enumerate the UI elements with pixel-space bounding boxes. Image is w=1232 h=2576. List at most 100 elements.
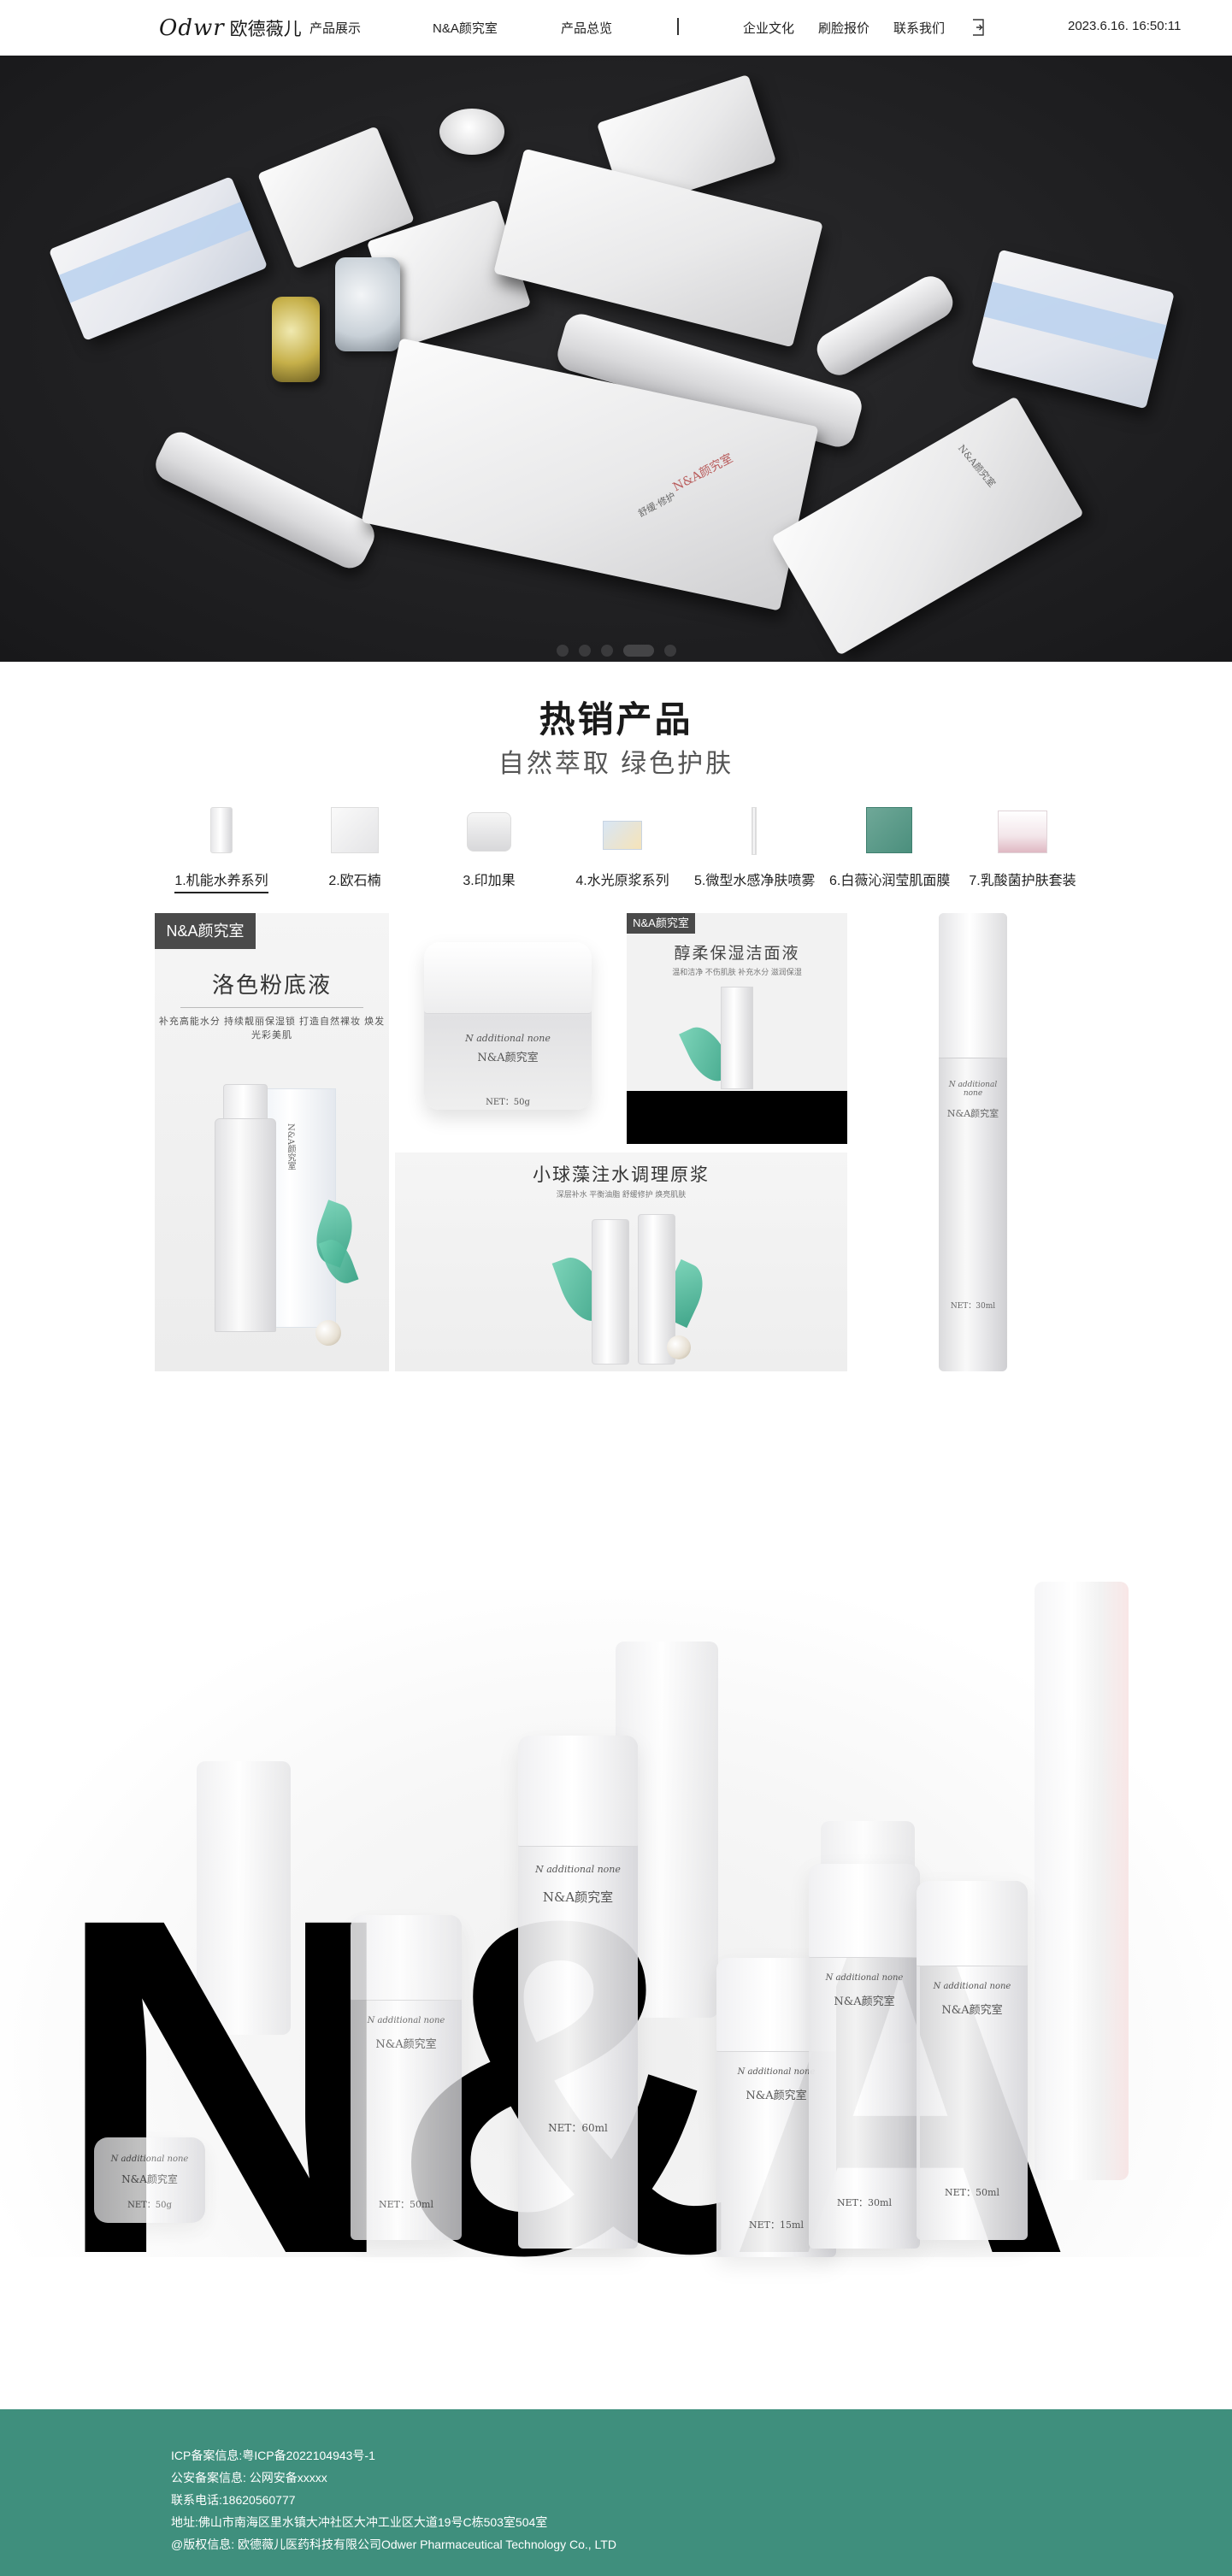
banner-oil-vial [272, 297, 320, 382]
slider-dot-3[interactable] [600, 645, 613, 657]
logo-script-text: Odwr [159, 15, 225, 41]
card1-divider [180, 1007, 363, 1008]
na-product-5: N additional none N&A颜究室 NET：50g [94, 2137, 205, 2223]
product-card-cream-jar[interactable]: N additional none N&A颜究室 NET：50g [395, 913, 626, 1148]
na-product-5-line3: NET：50g [127, 2201, 172, 2210]
na-product-6-line1: N additional none [367, 2016, 445, 2025]
brand-logo[interactable]: Odwr 欧德薇儿 [159, 14, 302, 43]
product-card-chlorella[interactable]: 小球藻注水调理原浆 深层补水 平衡油脂 舒缓修护 焕亮肌肤 [395, 1152, 847, 1371]
top-navbar: Odwr 欧德薇儿 产品展示 N&A颜究室 产品总览 企业文化 刷脸报价 联系我… [0, 0, 1232, 56]
nav-culture[interactable]: 企业文化 [743, 19, 794, 37]
slider-dot-4[interactable] [622, 645, 654, 657]
card4-line3: NET：30ml [950, 1302, 996, 1311]
card3-title: 醇柔保湿洁面液 [674, 945, 800, 963]
slider-dot-5[interactable] [663, 645, 676, 657]
category-thumb-4 [603, 821, 642, 850]
footer-phone: 联系电话:18620560777 [171, 2493, 296, 2507]
category-label-5: 5.微型水感净肤喷雾 [694, 874, 816, 888]
product-card-cleanser[interactable]: N&A颜究室 醇柔保湿洁面液 温和洁净 不伤肌肤 补充水分 滋润保湿 [627, 913, 847, 1144]
card1-bottle [215, 1118, 276, 1332]
banner-tube-left [150, 426, 380, 575]
card3-black-strip [627, 1091, 847, 1144]
nav-contact[interactable]: 联系我们 [893, 19, 945, 37]
na-product-1-line3: NET：60ml [548, 2122, 608, 2134]
product-card-serum-bottle[interactable]: N additional none N&A颜究室 NET：30ml [939, 913, 1007, 1371]
category-thumb-5 [752, 807, 757, 855]
card1-bottle-cap [223, 1084, 268, 1122]
footer-icp: ICP备案信息:粤ICP备2022104943号-1 [171, 2449, 375, 2462]
slider-pagination [0, 645, 1232, 657]
banner-blue-box-right [971, 249, 1175, 410]
footer-copyright: @版权信息: 欧德薇儿医药科技有限公司Odwer Pharmaceutical … [171, 2538, 616, 2551]
datetime-display: 2023.6.16. 16:50:11 [1068, 19, 1182, 33]
card1-pearl [315, 1320, 341, 1346]
footer-address: 地址:佛山市南海区里水镇大冲社区大冲工业区大道19号C栋503室504室 [171, 2515, 548, 2529]
slider-dot-1[interactable] [556, 645, 569, 657]
card5-title: 小球藻注水调理原浆 [533, 1165, 710, 1185]
card1-brand-tag: N&A颜究室 [155, 913, 256, 949]
card1-title: 洛色粉底液 [211, 972, 332, 998]
na-product-3-line2: N&A颜究室 [834, 1995, 895, 2008]
card3-brand-tag: N&A颜究室 [627, 913, 695, 934]
category-thumb-6 [866, 807, 912, 853]
card2-line3: NET：50g [486, 1098, 530, 1107]
category-label-6: 6.白薇沁润莹肌面膜 [829, 874, 951, 888]
card1-box-label: N&A颜究室 [286, 1123, 295, 1170]
category-label-3: 3.印加果 [463, 874, 516, 888]
na-product-4-line3: NET：50ml [945, 2187, 999, 2198]
category-label-7: 7.乳酸菌护肤套装 [969, 874, 1076, 888]
banner-book-title: N&A颜究室 [670, 451, 735, 495]
na-product-4-line2: N&A颜究室 [941, 2004, 1003, 2017]
card2-line1: N additional none [465, 1033, 551, 1044]
na-product-6-line3: NET：50ml [379, 2199, 433, 2210]
na-product-1: N additional none N&A颜究室 NET：60ml [518, 1736, 638, 2249]
footer-police-record: 公安备案信息: 公网安备xxxxx [171, 2471, 327, 2485]
banner-bottle-label: N&A颜究室 [956, 442, 998, 490]
category-thumb-3 [467, 812, 511, 852]
hero-banner[interactable]: N&A颜究室 舒缓·修护 N&A颜究室 [0, 56, 1232, 662]
na-product-3: N additional none N&A颜究室 NET：30ml [809, 1864, 920, 2249]
card5-bottle-1 [592, 1219, 629, 1365]
card4-line2: N&A颜究室 [946, 1108, 999, 1119]
nav-divider [677, 18, 679, 35]
product-card-foundation[interactable]: N&A颜究室 洛色粉底液 补充高能水分 持续靓丽保湿锁 打造自然裸妆 焕发光彩美… [155, 913, 389, 1371]
card4-cap [939, 913, 1007, 1058]
card1-subtitle: 补充高能水分 持续靓丽保湿锁 打造自然裸妆 焕发光彩美肌 [158, 1017, 386, 1040]
category-thumb-7 [998, 811, 1047, 853]
card5-subtitle: 深层补水 平衡油脂 舒缓修护 焕亮肌肤 [556, 1190, 687, 1199]
category-label-4: 4.水光原浆系列 [575, 874, 669, 888]
category-label-1: 1.机能水养系列 [174, 874, 268, 893]
nav-face-quote[interactable]: 刷脸报价 [818, 19, 869, 37]
category-thumb-2 [331, 807, 379, 853]
hot-products-title: 热销产品 [539, 699, 693, 740]
na-product-1-line1: N additional none [535, 1864, 621, 1875]
card4-line1: N additional none [948, 1081, 998, 1098]
na-product-5-line1: N additional none [110, 2155, 189, 2164]
category-label-2: 2.欧石楠 [328, 874, 381, 888]
card3-subtitle: 温和洁净 不伤肌肤 补充水分 滋润保湿 [672, 968, 802, 976]
slider-dot-2[interactable] [578, 645, 591, 657]
login-icon[interactable] [971, 19, 987, 36]
nav-overview[interactable]: 产品总览 [561, 19, 612, 37]
na-product-6-line2: N&A颜究室 [375, 2038, 437, 2051]
na-product-3-line1: N additional none [825, 1973, 904, 1983]
banner-blue-box [48, 176, 268, 341]
card2-jar-lid [424, 942, 592, 1014]
site-footer: ICP备案信息:粤ICP备2022104943号-1 公安备案信息: 公网安备x… [0, 2409, 1232, 2576]
card3-bottle [721, 987, 753, 1089]
na-brand-showcase: N&A N additional none N&A颜究室 NET：60ml N … [0, 1539, 1232, 2291]
category-thumb-1 [210, 807, 233, 853]
banner-clear-vial [335, 257, 400, 351]
banner-book-sub: 舒缓·修护 [636, 490, 678, 520]
card5-pearl [667, 1335, 691, 1359]
nav-na-lab[interactable]: N&A颜究室 [433, 19, 498, 37]
na-product-4-line1: N additional none [933, 1982, 1011, 1991]
banner-small-jar [439, 109, 504, 155]
logo-cn-text: 欧德薇儿 [229, 20, 302, 39]
card2-line2: N&A颜究室 [477, 1052, 539, 1064]
na-product-5-line2: N&A颜究室 [121, 2173, 178, 2185]
banner-tube-right [811, 269, 959, 382]
na-product-4: N additional none N&A颜究室 NET：50ml [917, 1881, 1028, 2240]
na-product-1-line2: N&A颜究室 [542, 1889, 614, 1905]
nav-products[interactable]: 产品展示 [309, 19, 361, 37]
